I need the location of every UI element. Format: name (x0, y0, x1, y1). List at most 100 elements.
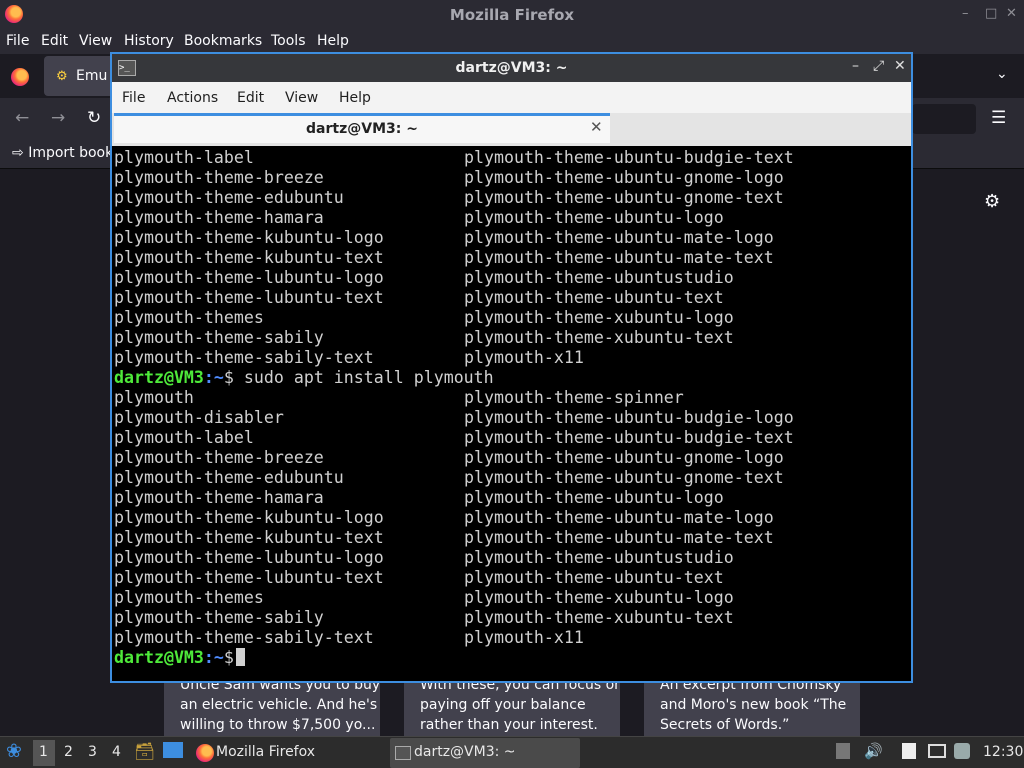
prompt-user: dartz@VM3 (114, 368, 204, 387)
tray-clipboard-icon[interactable] (836, 743, 850, 759)
terminal-col-right: plymouth-theme-ubuntu-text (464, 568, 724, 587)
settings-gear-icon[interactable]: ⚙ (984, 191, 1000, 212)
terminal-menu-edit[interactable]: Edit (237, 90, 264, 106)
terminal-col-left: plymouth-theme-lubuntu-logo (114, 548, 384, 567)
prompt-symbol: $ (223, 648, 234, 667)
menu-bookmarks[interactable]: Bookmarks (184, 33, 262, 49)
update-notifier-icon[interactable] (954, 743, 970, 759)
url-bar[interactable] (912, 104, 976, 134)
taskbar-firefox-button[interactable]: Mozilla Firefox (192, 738, 378, 768)
menu-edit[interactable]: Edit (41, 33, 68, 49)
terminal-col-right: plymouth-theme-ubuntu-gnome-logo (464, 448, 784, 467)
menu-view[interactable]: View (79, 33, 112, 49)
terminal-line: plymouth-theme-lubuntu-text plymouth-them… (114, 568, 909, 588)
terminal-col-right: plymouth-theme-ubuntu-gnome-text (464, 468, 784, 487)
maximize-icon[interactable]: □ (985, 6, 997, 21)
tab-label: Emu (76, 68, 108, 84)
terminal-col-right: plymouth-theme-ubuntustudio (464, 268, 734, 287)
terminal-col-right: plymouth-theme-ubuntustudio (464, 548, 734, 567)
volume-icon[interactable]: 🔊 (864, 742, 883, 760)
terminal-line: plymouth-theme-hamara plymouth-theme-ubun… (114, 208, 909, 228)
terminal-col-right: plymouth-theme-xubuntu-logo (464, 588, 734, 607)
back-icon[interactable]: ← (15, 108, 29, 128)
terminal-col-right: plymouth-x11 (464, 628, 584, 647)
terminal-col-left: plymouth (114, 388, 194, 407)
prompt-user: dartz@VM3 (114, 648, 204, 667)
terminal-line: plymouth-theme-kubuntu-text plymouth-them… (114, 248, 909, 268)
terminal-col-right: plymouth-theme-xubuntu-text (464, 608, 734, 627)
menu-tools[interactable]: Tools (271, 33, 306, 49)
terminal-line: plymouth-theme-hamara plymouth-theme-ubun… (114, 488, 909, 508)
tab-list-chevron-icon[interactable]: ⌄ (996, 66, 1008, 82)
terminal-menu-actions[interactable]: Actions (167, 90, 218, 106)
close-icon[interactable]: ✕ (1006, 6, 1017, 21)
minimize-icon[interactable]: – (962, 6, 969, 21)
import-bookmarks-link[interactable]: ⇨ Import book (12, 145, 113, 161)
terminal-col-left: plymouth-theme-edubuntu (114, 188, 344, 207)
terminal-col-right: plymouth-theme-ubuntu-budgie-text (464, 148, 794, 167)
terminal-menu-file[interactable]: File (122, 90, 145, 106)
card-text: rather than your interest. (420, 717, 598, 733)
workspace-4[interactable]: 4 (112, 744, 121, 760)
terminal-col-left: plymouth-theme-kubuntu-text (114, 528, 384, 547)
app-menu-icon[interactable]: ☰ (991, 108, 1006, 128)
firefox-view-icon[interactable] (11, 68, 29, 86)
terminal-prompt-line: dartz@VM3:~$ sudo apt install plymouth (114, 368, 909, 388)
terminal-line: plymouth-label plymouth-theme-ubuntu-budg… (114, 428, 909, 448)
terminal-titlebar[interactable]: >_ dartz@VM3: ~ – ⤢ ✕ (112, 54, 911, 82)
terminal-col-right: plymouth-theme-ubuntu-mate-logo (464, 508, 774, 527)
terminal-col-left: plymouth-disabler (114, 408, 284, 427)
workspace-3[interactable]: 3 (88, 744, 97, 760)
tray-notes-icon[interactable] (902, 743, 916, 759)
terminal-menu-help[interactable]: Help (339, 90, 371, 106)
story-card-3[interactable]: An excerpt from Chomsky and Moro's new b… (644, 675, 860, 737)
taskbar-terminal-button[interactable]: dartz@VM3: ~ (390, 738, 580, 768)
terminal-col-left: plymouth-theme-kubuntu-logo (114, 508, 384, 527)
workspace-1[interactable]: 1 (39, 744, 48, 760)
tab-favicon-icon: ⚙ (56, 69, 68, 84)
workspace-2[interactable]: 2 (64, 744, 73, 760)
terminal-menu-view[interactable]: View (285, 90, 318, 106)
terminal-col-right: plymouth-theme-ubuntu-budgie-text (464, 428, 794, 447)
terminal-col-left: plymouth-theme-sabily-text (114, 348, 374, 367)
terminal-line: plymouth-theme-lubuntu-logo plymouth-them… (114, 548, 909, 568)
menu-history[interactable]: History (124, 33, 174, 49)
terminal-col-left: plymouth-theme-hamara (114, 488, 324, 507)
terminal-line: plymouth-theme-breeze plymouth-theme-ubun… (114, 448, 909, 468)
terminal-close-icon[interactable]: ✕ (894, 58, 906, 74)
terminal-tab-close-icon[interactable]: ✕ (590, 118, 603, 136)
taskbar-firefox-icon (196, 744, 214, 762)
terminal-tab[interactable]: dartz@VM3: ~ ✕ (114, 113, 610, 143)
terminal-col-right: plymouth-theme-ubuntu-logo (464, 488, 724, 507)
terminal-output[interactable]: plymouth-label plymouth-theme-ubuntu-budg… (114, 148, 909, 679)
start-menu-icon[interactable]: ❀ (6, 740, 22, 762)
terminal-col-left: plymouth-theme-kubuntu-text (114, 248, 384, 267)
command-text: sudo apt install plymouth (233, 368, 494, 387)
firefox-titlebar: Mozilla Firefox – □ ✕ (0, 0, 1024, 30)
terminal-line: plymouth-theme-lubuntu-text plymouth-them… (114, 288, 909, 308)
terminal-line: plymouth-theme-breeze plymouth-theme-ubun… (114, 168, 909, 188)
file-manager-icon[interactable]: 🗃 (134, 742, 156, 762)
story-card-1[interactable]: Uncle Sam wants you to buy an electric v… (164, 675, 380, 737)
menu-file[interactable]: File (6, 33, 29, 49)
terminal-col-left: plymouth-theme-sabily (114, 608, 324, 627)
terminal-line: plymouth-theme-kubuntu-text plymouth-them… (114, 528, 909, 548)
terminal-line: plymouth-theme-sabily plymouth-theme-xubu… (114, 328, 909, 348)
terminal-line: plymouth-theme-kubuntu-logo plymouth-them… (114, 508, 909, 528)
terminal-window-title: dartz@VM3: ~ (455, 60, 568, 76)
terminal-maximize-icon[interactable]: ⤢ (873, 58, 884, 74)
terminal-line: plymouth-theme-lubuntu-logo plymouth-them… (114, 268, 909, 288)
show-desktop-icon[interactable] (163, 742, 183, 758)
terminal-minimize-icon[interactable]: – (852, 58, 859, 74)
menu-help[interactable]: Help (317, 33, 349, 49)
taskbar: ❀ 1 2 3 4 🗃 Mozilla Firefox dartz@VM3: ~… (0, 736, 1024, 768)
terminal-line: plymouth-themes plymouth-theme-xubuntu-lo… (114, 588, 909, 608)
terminal-col-right: plymouth-theme-ubuntu-mate-logo (464, 228, 774, 247)
terminal-menubar: File Actions Edit View Help (112, 82, 911, 113)
network-icon[interactable] (928, 744, 946, 758)
reload-icon[interactable]: ↻ (87, 108, 101, 128)
story-card-2[interactable]: With these, you can focus on paying off … (404, 675, 620, 737)
forward-icon[interactable]: → (51, 108, 65, 128)
terminal-col-left: plymouth-themes (114, 308, 264, 327)
clock[interactable]: 12:30 (983, 744, 1023, 760)
